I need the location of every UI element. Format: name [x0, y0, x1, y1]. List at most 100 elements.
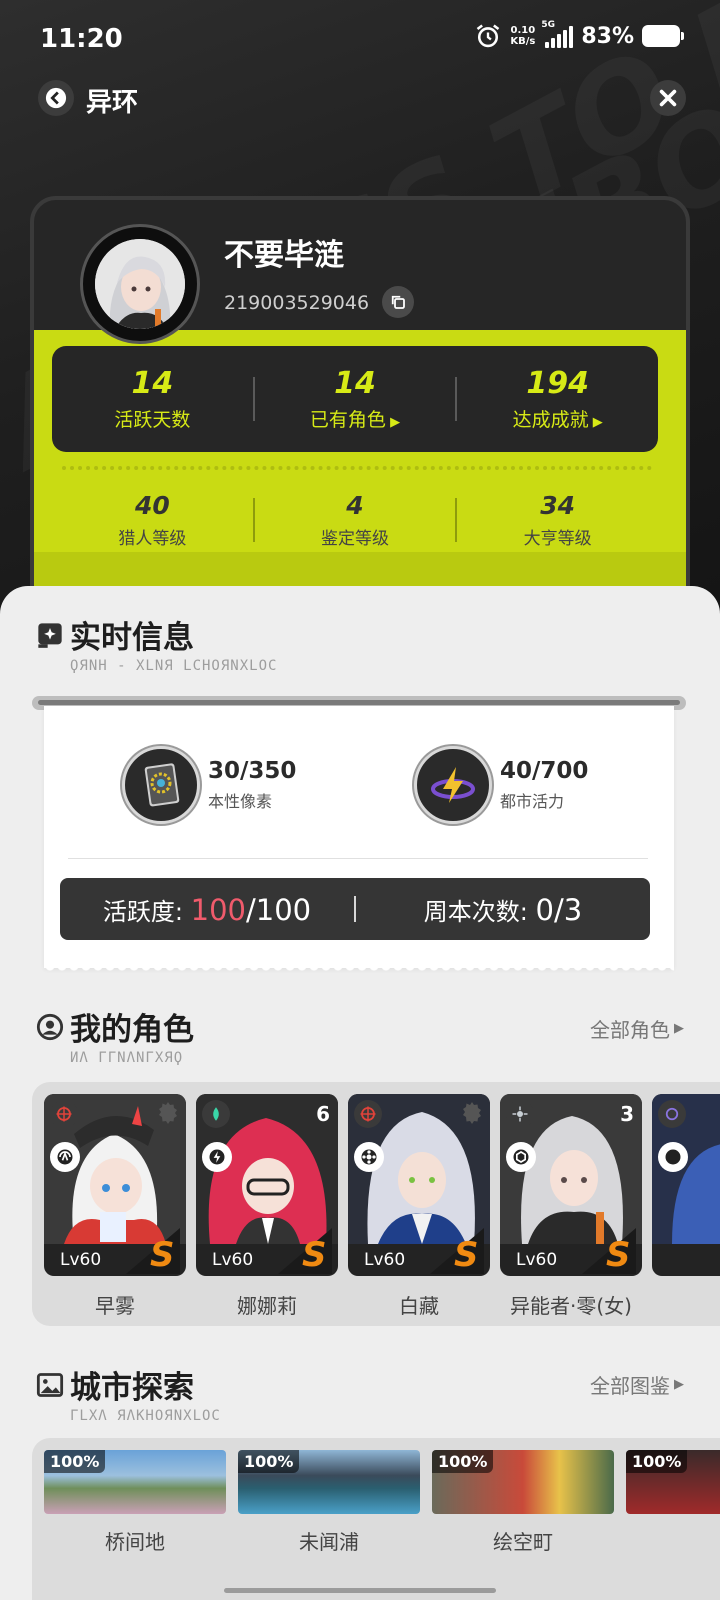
caret-right-icon: ▶: [588, 415, 603, 430]
city-card[interactable]: 100%: [432, 1450, 614, 1514]
city-name: 绘空町: [493, 1530, 553, 1554]
s-rank-badge: S: [430, 1228, 484, 1274]
activity-score: 活跃度: 100/100: [60, 892, 354, 927]
character-card[interactable]: 6 Lv60 S: [196, 1094, 338, 1276]
activity-label: 活跃度:: [102, 897, 183, 926]
page-title: 异环: [86, 88, 139, 118]
stat-label-row: 已有角色 ▶: [255, 405, 456, 432]
lightning-icon: [414, 746, 492, 824]
character-card[interactable]: Lv60 S: [44, 1094, 186, 1276]
stat-achievements[interactable]: 194 达成成就 ▶: [457, 366, 658, 432]
character-name: 娜娜莉: [237, 1294, 297, 1318]
character-icon: [36, 1013, 64, 1040]
signal-icon: 5G: [541, 20, 574, 48]
city-progress: 100%: [238, 1450, 300, 1473]
copy-icon: [391, 295, 405, 309]
status-time: 11:20: [40, 24, 123, 54]
stat-owned-characters[interactable]: 14 已有角色 ▶: [255, 366, 456, 432]
resource-value: 40/700: [500, 758, 589, 784]
link-label: 全部图鉴: [590, 1374, 670, 1398]
divider: [68, 858, 648, 859]
element-icon: [658, 1100, 686, 1128]
character-card[interactable]: Lv60 S: [348, 1094, 490, 1276]
resource-label: 本性像素: [208, 792, 273, 811]
paper-edge: [44, 966, 674, 976]
city-name: 桥间地: [105, 1530, 165, 1554]
city-card[interactable]: 100%: [626, 1450, 720, 1514]
character-name: 白藏: [399, 1294, 439, 1318]
svg-text:S: S: [302, 1235, 327, 1274]
stat-value: 14: [334, 366, 376, 401]
city-list: 100% 桥间地 100% 未闻浦 100% 绘空町 100%: [32, 1438, 720, 1600]
city-progress: 100%: [432, 1450, 494, 1473]
user-id: 219003529046: [224, 292, 370, 314]
network-speed-unit: KB/s: [510, 36, 536, 47]
link-label: 全部角色: [590, 1018, 670, 1042]
role-icon: [658, 1142, 688, 1172]
network-type: 5G: [541, 20, 555, 30]
role-icon: [354, 1142, 384, 1172]
profile-card: 不要毕涟 219003529046 14 活跃天数 14 已有角色 ▶ 194 …: [30, 196, 690, 616]
character-card[interactable]: [652, 1094, 720, 1276]
level-label: 大亨等级: [523, 529, 592, 549]
back-button[interactable]: [38, 80, 74, 116]
stat-value: 194: [526, 366, 589, 401]
weekly-value: 0/3: [535, 892, 583, 927]
stat-active-days: 14 活跃天数: [52, 366, 253, 432]
constellation-rank: 6: [316, 1102, 330, 1126]
svg-text:S: S: [454, 1235, 479, 1274]
resource-pixels: 30/350 本性像素: [122, 746, 296, 824]
avatar-frame[interactable]: [80, 224, 200, 344]
resource-label: 都市活力: [500, 792, 565, 811]
close-icon: [659, 89, 677, 107]
ether-element-icon: [202, 1100, 230, 1128]
gear-icon: [159, 1102, 177, 1124]
caret-right-icon: ▶: [674, 1377, 684, 1392]
character-level: Lv60: [60, 1250, 102, 1270]
realtime-section-title: 实时信息: [36, 612, 194, 657]
character-level: Lv60: [212, 1250, 254, 1270]
realtime-info-panel: 30/350 本性像素 40/700 都市活力 活跃度: 100/100 周本次…: [44, 706, 674, 968]
city-card[interactable]: 100%: [44, 1450, 226, 1514]
copy-uid-button[interactable]: [382, 286, 414, 318]
city-card[interactable]: 100%: [238, 1450, 420, 1514]
city-section-title: 城市探索: [36, 1362, 194, 1407]
svg-text:S: S: [606, 1235, 631, 1274]
alarm-icon: [477, 24, 500, 48]
city-section-subtitle: ΓLXΛ ЯΛKHOЯNXLOC: [70, 1408, 221, 1424]
level-label: 猎人等级: [118, 529, 187, 549]
content-sheet: 实时信息 ϘЯNH - XLNЯ LCHOЯNXLOC 30/350 本性像素 …: [0, 586, 720, 1600]
svg-text:S: S: [150, 1235, 175, 1274]
fire-element-icon: [50, 1100, 78, 1128]
level-value: 34: [540, 491, 576, 520]
battery-percent: 83%: [581, 23, 634, 49]
status-bar: 11:20 0.10 KB/s 5G 83%: [0, 0, 720, 80]
gear-icon: [463, 1102, 481, 1124]
city-progress: 100%: [626, 1450, 688, 1473]
resource-value: 30/350: [208, 758, 297, 784]
pixel-card-icon: [122, 746, 200, 824]
all-collections-link[interactable]: 全部图鉴 ▶: [590, 1370, 684, 1399]
weekly-count: 周本次数: 0/3: [356, 892, 650, 927]
stat-label: 达成成就: [512, 409, 589, 431]
character-name: 异能者·零(女): [510, 1294, 632, 1318]
all-characters-link[interactable]: 全部角色 ▶: [590, 1014, 684, 1043]
weekly-label: 周本次数:: [423, 897, 528, 926]
resource-vitality: 40/700 都市活力: [414, 746, 588, 824]
level-value: 4: [346, 491, 364, 520]
realtime-section-subtitle: ϘЯNH - XLNЯ LCHOЯNXLOC: [70, 658, 278, 674]
image-icon: [36, 1372, 64, 1397]
s-rank-badge: S: [582, 1228, 636, 1274]
caret-right-icon: ▶: [674, 1021, 684, 1036]
physical-element-icon: [506, 1100, 534, 1128]
character-level: Lv60: [516, 1250, 558, 1270]
city-progress: 100%: [44, 1450, 106, 1473]
city-name: 未闻浦: [299, 1530, 359, 1554]
activity-bar: 活跃度: 100/100 周本次数: 0/3: [60, 878, 650, 940]
level-hunter: 40 猎人等级: [52, 491, 253, 549]
home-indicator[interactable]: [224, 1588, 496, 1593]
close-button[interactable]: [650, 80, 686, 116]
avatar: [95, 239, 185, 329]
character-card[interactable]: 3 Lv60 S: [500, 1094, 642, 1276]
character-level: Lv60: [364, 1250, 406, 1270]
